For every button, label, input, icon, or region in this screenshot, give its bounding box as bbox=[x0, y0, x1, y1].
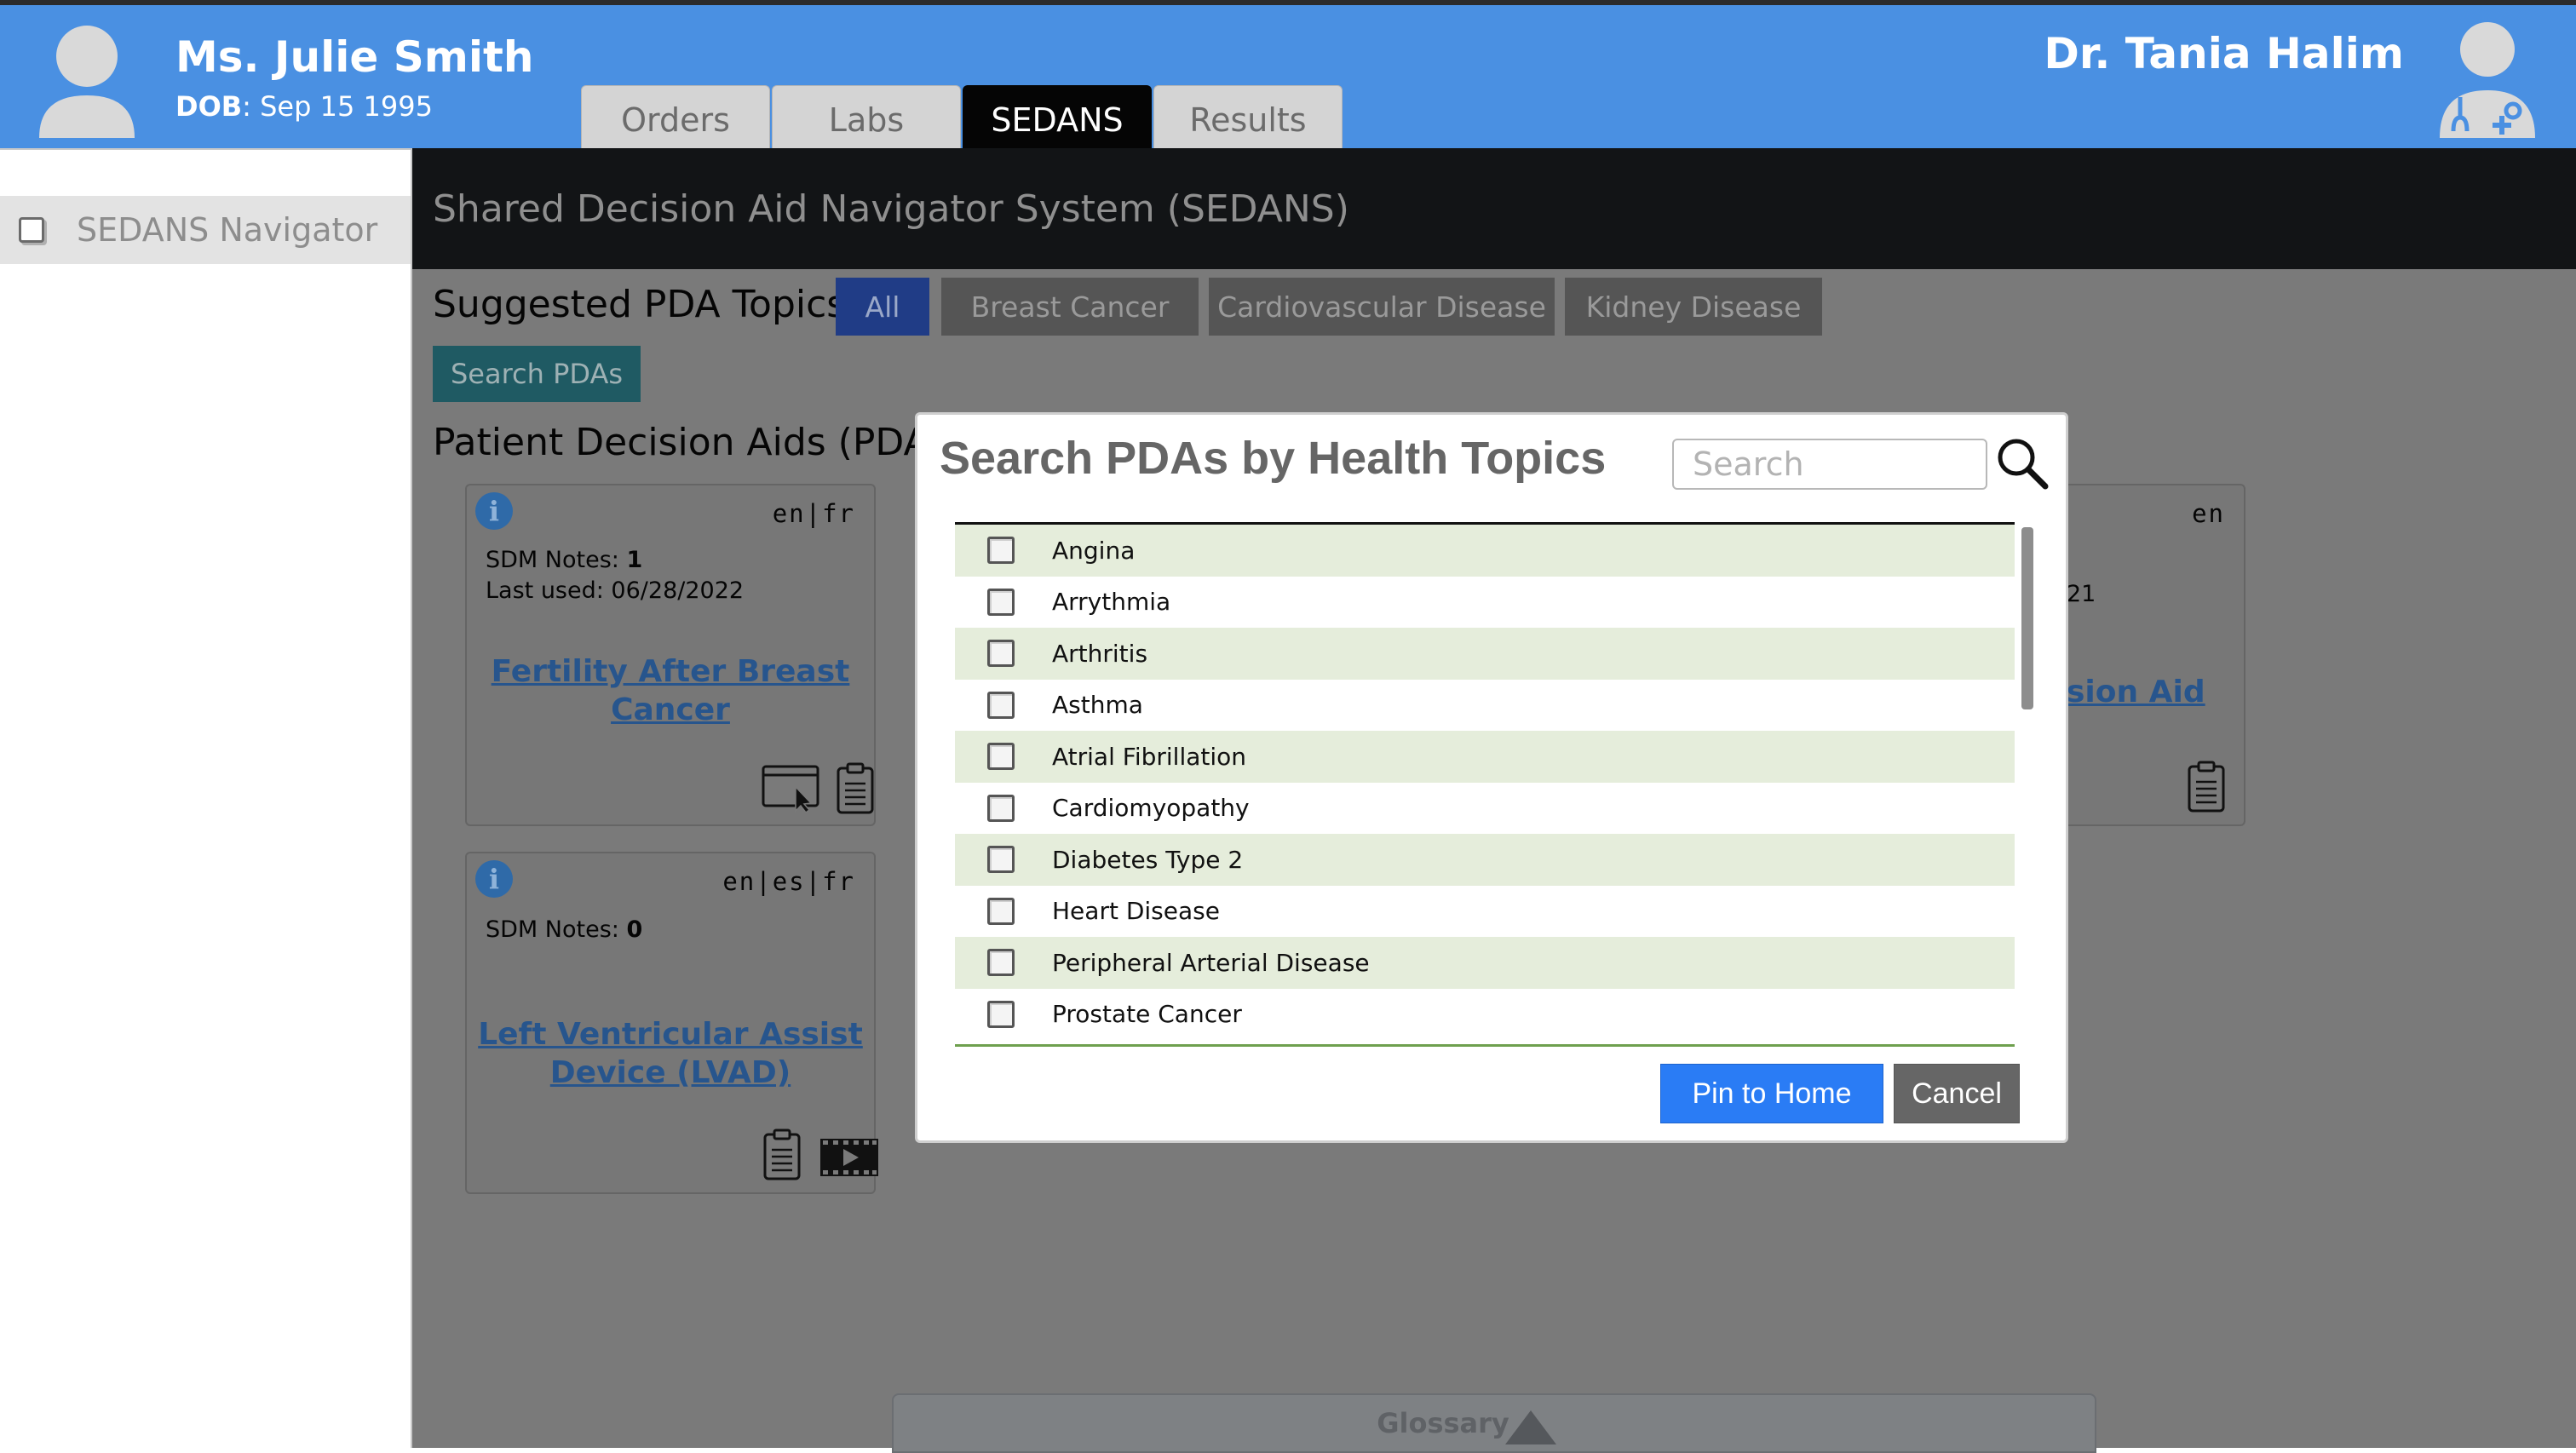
info-icon[interactable]: i bbox=[475, 492, 513, 530]
sidebar-item-sedans-navigator[interactable]: SEDANS Navigator bbox=[0, 196, 411, 264]
topic-label: Arrythmia bbox=[1052, 588, 1171, 617]
sdm-notes-label: SDM Notes: bbox=[486, 916, 627, 943]
topic-label: Arthritis bbox=[1052, 639, 1148, 668]
topic-checkbox[interactable] bbox=[987, 794, 1015, 822]
topic-breast-cancer-button[interactable]: Breast Cancer bbox=[941, 278, 1199, 336]
sdm-notes-count: 1 bbox=[626, 547, 643, 573]
topic-checkbox[interactable] bbox=[987, 640, 1015, 668]
doctor-name: Dr. Tania Halim bbox=[2044, 29, 2404, 78]
topic-label: Diabetes Type 2 bbox=[1052, 845, 1244, 874]
list-item[interactable]: Angina bbox=[955, 525, 2015, 577]
pda-title-line: Cancer bbox=[611, 692, 730, 727]
topic-checkbox[interactable] bbox=[987, 743, 1015, 771]
dob-label: DOB bbox=[175, 90, 243, 123]
modal-title: Search PDAs by Health Topics bbox=[940, 433, 1607, 484]
language-list: en|fr bbox=[772, 499, 855, 528]
topic-kidney-disease-button[interactable]: Kidney Disease bbox=[1565, 278, 1822, 336]
tab-results[interactable]: Results bbox=[1153, 85, 1343, 153]
list-item[interactable]: Diabetes Type 2 bbox=[955, 834, 2015, 886]
topic-checkbox[interactable] bbox=[987, 949, 1015, 977]
list-item[interactable]: Arthritis bbox=[955, 628, 2015, 680]
window-icon bbox=[19, 217, 44, 243]
topic-label: Peripheral Arterial Disease bbox=[1052, 948, 1370, 977]
tab-orders[interactable]: Orders bbox=[581, 85, 770, 153]
web-browser-icon[interactable] bbox=[762, 765, 821, 813]
sdm-notes-count: 0 bbox=[626, 916, 643, 943]
doctor-avatar-icon bbox=[2440, 22, 2535, 138]
sdm-notes: SDM Notes: 0 bbox=[486, 916, 642, 943]
topic-checkbox[interactable] bbox=[987, 537, 1015, 565]
topic-checkbox[interactable] bbox=[987, 846, 1015, 874]
search-pdas-modal: Search PDAs by Health Topics Angina Arry… bbox=[915, 412, 2068, 1143]
sidebar-item-label: SEDANS Navigator bbox=[77, 211, 378, 249]
patient-dob: DOB: Sep 15 1995 bbox=[175, 90, 433, 123]
sdm-notes: SDM Notes: 1 bbox=[486, 547, 642, 573]
topic-label: Atrial Fibrillation bbox=[1052, 742, 1247, 771]
tab-labs[interactable]: Labs bbox=[772, 85, 961, 153]
list-item[interactable]: Cardiomyopathy bbox=[955, 782, 2015, 834]
pda-card-lvad: i en|es|fr SDM Notes: 0 Left Ventricular… bbox=[465, 852, 879, 1194]
chevron-up-icon bbox=[1505, 1410, 1556, 1444]
topic-search-input[interactable] bbox=[1672, 439, 1987, 490]
topic-cardiovascular-disease-button[interactable]: Cardiovascular Disease bbox=[1209, 278, 1555, 336]
health-topic-list: Angina Arrythmia Arthritis Asthma Atrial… bbox=[955, 522, 2015, 1047]
app-header: Ms. Julie Smith DOB: Sep 15 1995 Orders … bbox=[0, 0, 2576, 153]
pda-title-line: Left Ventricular Assist bbox=[478, 1017, 863, 1052]
language-list: en bbox=[2192, 499, 2225, 528]
search-icon[interactable] bbox=[1996, 437, 2049, 490]
list-item[interactable]: Atrial Fibrillation bbox=[955, 731, 2015, 783]
list-item[interactable]: Heart Disease bbox=[955, 885, 2015, 937]
glossary-panel-toggle[interactable]: Glossary bbox=[892, 1393, 2096, 1453]
document-icon[interactable] bbox=[762, 1128, 802, 1182]
patient-name: Ms. Julie Smith bbox=[175, 32, 534, 82]
info-icon[interactable]: i bbox=[475, 860, 513, 898]
list-item[interactable]: Arrythmia bbox=[955, 576, 2015, 628]
search-pdas-button[interactable]: Search PDAs bbox=[433, 346, 641, 402]
topic-label: Angina bbox=[1052, 536, 1136, 565]
pda-section-label: Patient Decision Aids (PDA): bbox=[433, 421, 957, 464]
suggested-topics-label: Suggested PDA Topics: bbox=[433, 283, 860, 326]
tab-sedans[interactable]: SEDANS bbox=[963, 85, 1152, 153]
sdm-notes-label: SDM Notes: bbox=[486, 547, 627, 573]
pin-to-home-button[interactable]: Pin to Home bbox=[1660, 1064, 1883, 1123]
glossary-label: Glossary bbox=[1377, 1407, 1509, 1439]
pda-title-link[interactable]: Fertility After Breast Cancer bbox=[467, 652, 874, 729]
language-list: en|es|fr bbox=[722, 867, 855, 896]
topic-label: Prostate Cancer bbox=[1052, 1000, 1242, 1029]
page-title: Shared Decision Aid Navigator System (SE… bbox=[433, 187, 1349, 231]
pda-title-link[interactable]: sion Aid bbox=[2067, 675, 2205, 709]
document-icon[interactable] bbox=[2186, 760, 2227, 814]
pda-title-line: Device (LVAD) bbox=[549, 1055, 791, 1090]
patient-avatar-icon bbox=[39, 26, 135, 138]
topic-checkbox[interactable] bbox=[987, 588, 1015, 616]
topic-list-scrollbar[interactable] bbox=[2021, 527, 2033, 709]
topic-checkbox[interactable] bbox=[987, 897, 1015, 925]
topic-label: Heart Disease bbox=[1052, 897, 1220, 926]
topic-label: Cardiomyopathy bbox=[1052, 794, 1250, 823]
document-icon[interactable] bbox=[835, 761, 876, 816]
topic-checkbox[interactable] bbox=[987, 1000, 1015, 1028]
cancel-button[interactable]: Cancel bbox=[1894, 1064, 2020, 1123]
sidebar: SEDANS Navigator bbox=[0, 148, 412, 1448]
dob-value: : Sep 15 1995 bbox=[242, 90, 433, 123]
last-used-fragment: 21 bbox=[2067, 581, 2096, 607]
list-item[interactable]: Asthma bbox=[955, 679, 2015, 731]
topic-label: Asthma bbox=[1052, 691, 1143, 720]
main-tabs: Orders Labs SEDANS Results bbox=[581, 85, 1344, 153]
pda-title-line: Fertility After Breast bbox=[491, 654, 850, 689]
topic-checkbox[interactable] bbox=[987, 691, 1015, 719]
video-icon[interactable] bbox=[819, 1138, 879, 1177]
list-item[interactable]: Prostate Cancer bbox=[955, 988, 2015, 1040]
last-used: Last used: 06/28/2022 bbox=[486, 577, 745, 604]
pda-title-link[interactable]: Left Ventricular Assist Device (LVAD) bbox=[467, 1015, 874, 1092]
topic-all-button[interactable]: All bbox=[836, 278, 929, 336]
main-titlebar: Shared Decision Aid Navigator System (SE… bbox=[412, 148, 2576, 269]
list-item[interactable]: Peripheral Arterial Disease bbox=[955, 937, 2015, 989]
pda-card-fertility: i en|fr SDM Notes: 1 Last used: 06/28/20… bbox=[465, 484, 876, 826]
